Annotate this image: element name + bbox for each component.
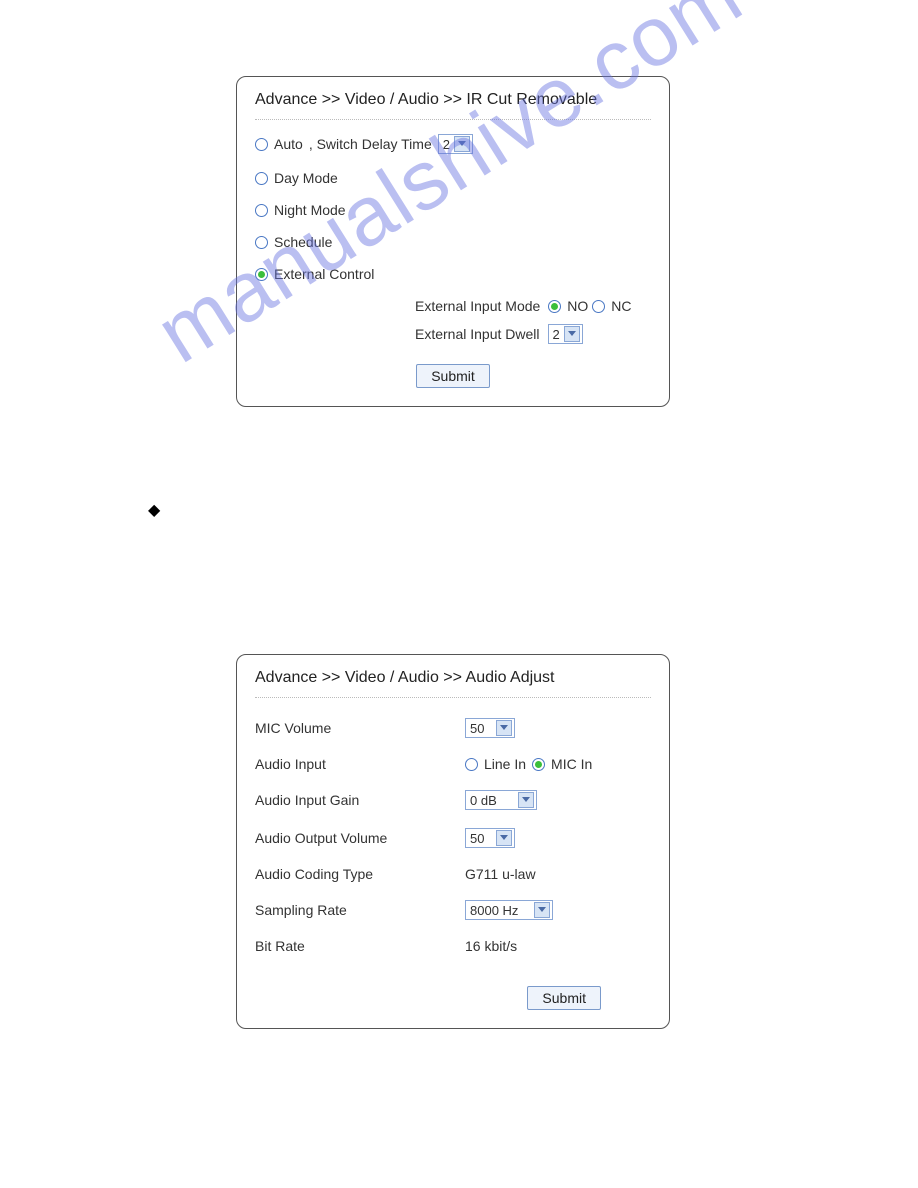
bit-rate-value: 16 kbit/s bbox=[465, 938, 517, 954]
radio-mic-in[interactable] bbox=[532, 758, 545, 771]
radio-auto[interactable] bbox=[255, 138, 268, 151]
sampling-rate-select[interactable]: 8000 Hz bbox=[465, 900, 553, 920]
switch-delay-select[interactable]: 2 bbox=[438, 134, 473, 154]
radio-day[interactable] bbox=[255, 172, 268, 185]
diamond-bullet-icon: ◆ bbox=[148, 500, 160, 520]
breadcrumb: Advance >> Video / Audio >> IR Cut Remov… bbox=[255, 91, 651, 119]
audio-input-label: Audio Input bbox=[255, 756, 465, 772]
mic-in-label: MIC In bbox=[551, 756, 592, 772]
audio-adjust-panel: Advance >> Video / Audio >> Audio Adjust… bbox=[236, 654, 670, 1029]
audio-input-row: Audio Input Line In MIC In bbox=[255, 756, 651, 772]
mode-night-label: Night Mode bbox=[274, 202, 346, 218]
mode-night-row[interactable]: Night Mode bbox=[255, 202, 651, 218]
chevron-down-icon bbox=[534, 902, 550, 918]
bit-rate-label: Bit Rate bbox=[255, 938, 465, 954]
nc-label: NC bbox=[611, 298, 631, 314]
sampling-rate-label: Sampling Rate bbox=[255, 902, 465, 918]
ir-cut-panel: Advance >> Video / Audio >> IR Cut Remov… bbox=[236, 76, 670, 407]
mic-volume-select[interactable]: 50 bbox=[465, 718, 515, 738]
chevron-down-icon bbox=[518, 792, 534, 808]
mode-schedule-label: Schedule bbox=[274, 234, 332, 250]
line-in-label: Line In bbox=[484, 756, 526, 772]
external-dwell-select[interactable]: 2 bbox=[548, 324, 583, 344]
external-settings: External Input Mode NO NC External Input… bbox=[415, 298, 651, 358]
audio-output-volume-label: Audio Output Volume bbox=[255, 830, 465, 846]
switch-delay-label: , Switch Delay Time bbox=[309, 136, 432, 152]
chevron-down-icon bbox=[496, 830, 512, 846]
sampling-rate-value: 8000 Hz bbox=[470, 903, 534, 918]
mode-day-label: Day Mode bbox=[274, 170, 338, 186]
external-dwell-value: 2 bbox=[553, 327, 564, 342]
sampling-rate-row: Sampling Rate 8000 Hz bbox=[255, 900, 651, 920]
audio-input-gain-row: Audio Input Gain 0 dB bbox=[255, 790, 651, 810]
breadcrumb: Advance >> Video / Audio >> Audio Adjust bbox=[255, 669, 651, 697]
no-label: NO bbox=[567, 298, 588, 314]
audio-input-gain-value: 0 dB bbox=[470, 793, 518, 808]
radio-line-in[interactable] bbox=[465, 758, 478, 771]
radio-night[interactable] bbox=[255, 204, 268, 217]
radio-schedule[interactable] bbox=[255, 236, 268, 249]
external-input-dwell-label: External Input Dwell bbox=[415, 326, 540, 342]
divider bbox=[255, 119, 651, 120]
mic-volume-label: MIC Volume bbox=[255, 720, 465, 736]
mode-auto-row[interactable]: Auto , Switch Delay Time 2 bbox=[255, 134, 651, 154]
audio-coding-type-label: Audio Coding Type bbox=[255, 866, 465, 882]
mode-external-label: External Control bbox=[274, 266, 374, 282]
radio-nc[interactable] bbox=[592, 300, 605, 313]
mode-schedule-row[interactable]: Schedule bbox=[255, 234, 651, 250]
switch-delay-value: 2 bbox=[443, 137, 454, 152]
mode-auto-label: Auto bbox=[274, 136, 303, 152]
audio-input-gain-select[interactable]: 0 dB bbox=[465, 790, 537, 810]
mic-volume-row: MIC Volume 50 bbox=[255, 718, 651, 738]
submit-button[interactable]: Submit bbox=[527, 986, 601, 1010]
mic-volume-value: 50 bbox=[470, 721, 496, 736]
submit-button[interactable]: Submit bbox=[416, 364, 490, 388]
radio-no[interactable] bbox=[548, 300, 561, 313]
audio-input-gain-label: Audio Input Gain bbox=[255, 792, 465, 808]
audio-output-volume-value: 50 bbox=[470, 831, 496, 846]
audio-coding-type-row: Audio Coding Type G711 u-law bbox=[255, 866, 651, 882]
chevron-down-icon bbox=[496, 720, 512, 736]
audio-output-volume-select[interactable]: 50 bbox=[465, 828, 515, 848]
external-input-mode-label: External Input Mode bbox=[415, 298, 540, 314]
audio-output-volume-row: Audio Output Volume 50 bbox=[255, 828, 651, 848]
mode-day-row[interactable]: Day Mode bbox=[255, 170, 651, 186]
bit-rate-row: Bit Rate 16 kbit/s bbox=[255, 938, 651, 954]
mode-external-row[interactable]: External Control bbox=[255, 266, 651, 282]
divider bbox=[255, 697, 651, 698]
chevron-down-icon bbox=[454, 136, 470, 152]
chevron-down-icon bbox=[564, 326, 580, 342]
radio-external[interactable] bbox=[255, 268, 268, 281]
audio-coding-type-value: G711 u-law bbox=[465, 866, 536, 882]
